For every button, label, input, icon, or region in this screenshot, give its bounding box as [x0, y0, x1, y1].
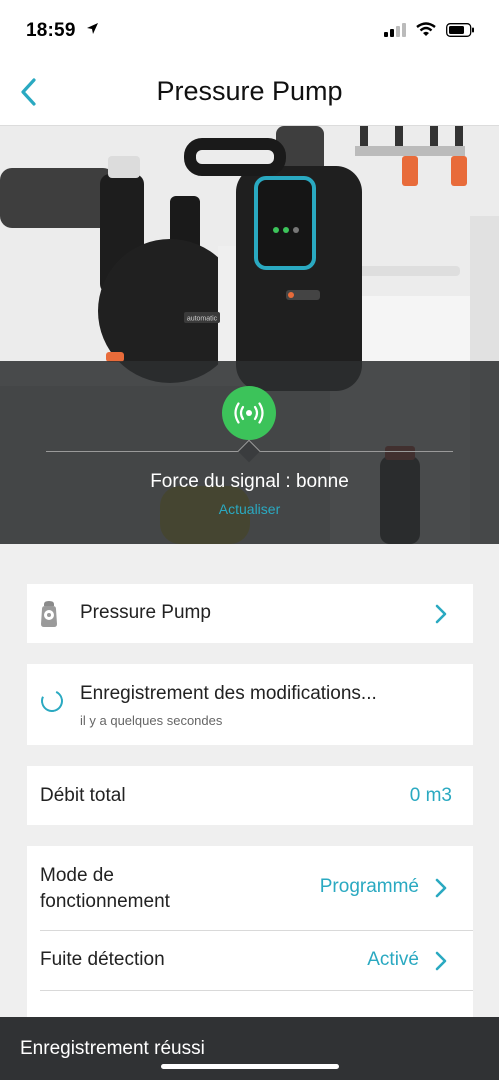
- status-bar: 18:59: [0, 0, 499, 60]
- total-flow-row: Débit total 0 m3: [27, 766, 473, 825]
- refresh-link[interactable]: Actualiser: [0, 501, 499, 517]
- device-row[interactable]: Pressure Pump: [27, 584, 473, 643]
- signal-divider-notch: [237, 439, 261, 463]
- operating-mode-value: Programmé: [319, 876, 419, 897]
- settings-card: Mode de fonctionnement Programmé Fuite d…: [27, 846, 473, 1046]
- wifi-icon: [416, 22, 436, 42]
- device-name: Pressure Pump: [80, 602, 211, 623]
- broadcast-signal-icon: [234, 402, 264, 424]
- saving-title: Enregistrement des modifications...: [80, 683, 377, 704]
- operating-mode-label: Mode de fonctionnement: [40, 865, 170, 912]
- leak-detection-label: Fuite détection: [40, 949, 165, 970]
- device-hero: automatic Force du signal : bonne Actual…: [0, 126, 499, 544]
- status-indicators: [384, 22, 475, 42]
- chevron-right-icon: [435, 878, 447, 898]
- total-flow-value: 0 m3: [409, 785, 452, 806]
- pump-device-icon: [39, 600, 59, 633]
- page-title: Pressure Pump: [156, 76, 343, 106]
- navigation-bar: Pressure Pump: [0, 60, 499, 126]
- spinner-icon: [37, 686, 67, 716]
- cellular-signal-icon: [384, 22, 406, 42]
- operating-mode-row[interactable]: Mode de fonctionnement Programmé: [27, 846, 473, 930]
- pump-badge-text: automatic: [187, 316, 218, 323]
- battery-icon: [446, 22, 475, 42]
- signal-strength-text: Force du signal : bonne: [150, 471, 349, 492]
- row-divider: [40, 990, 473, 991]
- signal-strength-panel: Force du signal : bonne Actualiser: [0, 361, 499, 544]
- chevron-right-icon: [435, 951, 447, 971]
- signal-status-indicator: [222, 386, 276, 440]
- save-success-toast: Enregistrement réussi: [0, 1017, 499, 1080]
- leak-detection-value: Activé: [367, 949, 419, 970]
- location-arrow-icon: [86, 22, 99, 40]
- leak-detection-row[interactable]: Fuite détection Activé: [27, 931, 473, 990]
- home-indicator[interactable]: [161, 1064, 339, 1069]
- saving-status-card: Enregistrement des modifications... il y…: [27, 664, 473, 745]
- total-flow-label: Débit total: [40, 785, 126, 806]
- toast-message: Enregistrement réussi: [20, 1038, 205, 1059]
- chevron-right-icon: [435, 604, 447, 624]
- saving-timestamp: il y a quelques secondes: [80, 713, 223, 728]
- status-time: 18:59: [26, 20, 76, 41]
